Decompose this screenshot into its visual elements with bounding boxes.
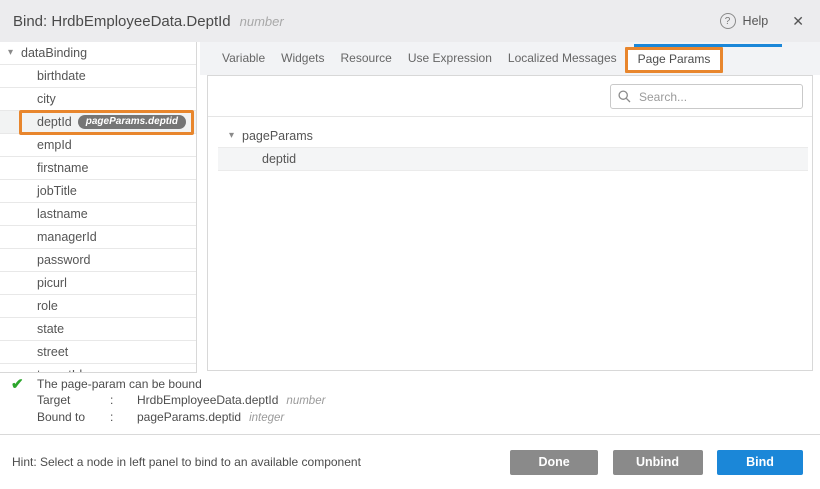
sidebar-item-label: lastname	[37, 207, 88, 221]
help-link[interactable]: Help	[743, 14, 769, 28]
sidebar-item-jobtitle[interactable]: jobTitle	[0, 180, 196, 203]
tree-node-label: pageParams	[242, 129, 313, 143]
annotation-highlight-deptid: deptId pageParams.deptid	[19, 110, 194, 135]
status-lines: The page-param can be bound Target:HrdbE…	[37, 376, 325, 426]
sidebar-item-label: firstname	[37, 161, 88, 175]
help-icon[interactable]: ?	[720, 13, 736, 29]
status-colon: :	[110, 409, 137, 425]
bound-param-badge: pageParams.deptid	[78, 115, 186, 129]
search-input[interactable]	[637, 89, 795, 105]
sidebar-item-label: state	[37, 322, 64, 336]
sidebar-item-password[interactable]: password	[0, 249, 196, 272]
sidebar-item-label: street	[37, 345, 68, 359]
tree-node-pageparams[interactable]: ▾ pageParams	[208, 124, 812, 147]
sidebar-item-label: role	[37, 299, 58, 313]
status-message: The page-param can be bound	[37, 376, 325, 392]
sidebar-root-label: dataBinding	[21, 46, 87, 60]
search-box[interactable]	[610, 84, 803, 109]
tree-node-label: deptid	[262, 152, 296, 166]
caret-down-icon[interactable]: ▾	[229, 131, 234, 141]
sidebar-item-lastname[interactable]: lastname	[0, 203, 196, 226]
sidebar-item-label: picurl	[37, 276, 67, 290]
sidebar-item-label: deptId	[37, 115, 72, 129]
sidebar-item-label: password	[37, 253, 91, 267]
status-target-row: Target:HrdbEmployeeData.deptId number	[37, 392, 325, 409]
sidebar-item-street[interactable]: street	[0, 341, 196, 364]
success-check-icon: ✔	[11, 375, 24, 393]
sidebar-item-label: jobTitle	[37, 184, 77, 198]
binding-status: ✔ The page-param can be bound Target:Hrd…	[0, 373, 820, 434]
bind-dialog: Bind: HrdbEmployeeData.DeptId number ? H…	[0, 0, 820, 489]
search-icon	[618, 90, 631, 103]
status-target-label: Target	[37, 392, 110, 408]
close-icon[interactable]: ✕	[792, 13, 804, 30]
tab-use-expression[interactable]: Use Expression	[400, 42, 500, 75]
sidebar-item-state[interactable]: state	[0, 318, 196, 341]
dialog-title-type: number	[240, 14, 284, 29]
sidebar-item-city[interactable]: city	[0, 88, 196, 111]
tab-localized-messages[interactable]: Localized Messages	[500, 42, 625, 75]
header-actions: ? Help ✕	[720, 13, 804, 30]
sidebar-item-managerid[interactable]: managerId	[0, 226, 196, 249]
tab-resource[interactable]: Resource	[333, 42, 400, 75]
sidebar-item-label: managerId	[37, 230, 97, 244]
dialog-footer: Hint: Select a node in left panel to bin…	[0, 434, 820, 489]
databinding-tree: ▾ dataBinding birthdate city deptId page…	[0, 42, 197, 373]
dialog-header: Bind: HrdbEmployeeData.DeptId number ? H…	[0, 0, 820, 42]
footer-buttons: Done Unbind Bind	[510, 450, 803, 475]
dialog-title: Bind: HrdbEmployeeData.DeptId	[13, 13, 231, 30]
status-target-type: number	[286, 395, 325, 407]
tab-variable[interactable]: Variable	[214, 42, 273, 75]
bind-button[interactable]: Bind	[717, 450, 803, 475]
status-bound-label: Bound to	[37, 409, 110, 425]
sidebar-item-databinding[interactable]: ▾ dataBinding	[0, 42, 196, 65]
sidebar-item-role[interactable]: role	[0, 295, 196, 318]
hint-text: Hint: Select a node in left panel to bin…	[12, 455, 361, 469]
sidebar-item-tenantid[interactable]: tenantId	[0, 364, 196, 373]
page-params-panel: ▾ pageParams deptid	[207, 75, 813, 371]
tab-page-params[interactable]: Page Params	[625, 47, 724, 73]
tree-node-deptid[interactable]: deptid	[218, 147, 808, 171]
status-colon: :	[110, 392, 137, 408]
sidebar-item-label: empId	[37, 138, 72, 152]
page-params-tree: ▾ pageParams deptid	[208, 117, 812, 171]
sidebar-item-birthdate[interactable]: birthdate	[0, 65, 196, 88]
sidebar-item-label: birthdate	[37, 69, 86, 83]
caret-down-icon[interactable]: ▾	[8, 48, 13, 58]
done-button[interactable]: Done	[510, 450, 598, 475]
sidebar-item-picurl[interactable]: picurl	[0, 272, 196, 295]
search-row	[208, 76, 812, 117]
status-target-value: HrdbEmployeeData.deptId	[137, 393, 278, 407]
status-bound-value: pageParams.deptid	[137, 410, 241, 424]
tab-widgets[interactable]: Widgets	[273, 42, 332, 75]
status-bound-type: integer	[249, 412, 284, 424]
bind-source-tabs: Variable Widgets Resource Use Expression…	[200, 42, 820, 75]
sidebar-item-firstname[interactable]: firstname	[0, 157, 196, 180]
sidebar-item-deptid[interactable]: deptId pageParams.deptid	[0, 111, 196, 134]
status-bound-row: Bound to:pageParams.deptid integer	[37, 409, 325, 426]
unbind-button[interactable]: Unbind	[613, 450, 703, 475]
sidebar-item-label: city	[37, 92, 56, 106]
sidebar-item-empid[interactable]: empId	[0, 134, 196, 157]
